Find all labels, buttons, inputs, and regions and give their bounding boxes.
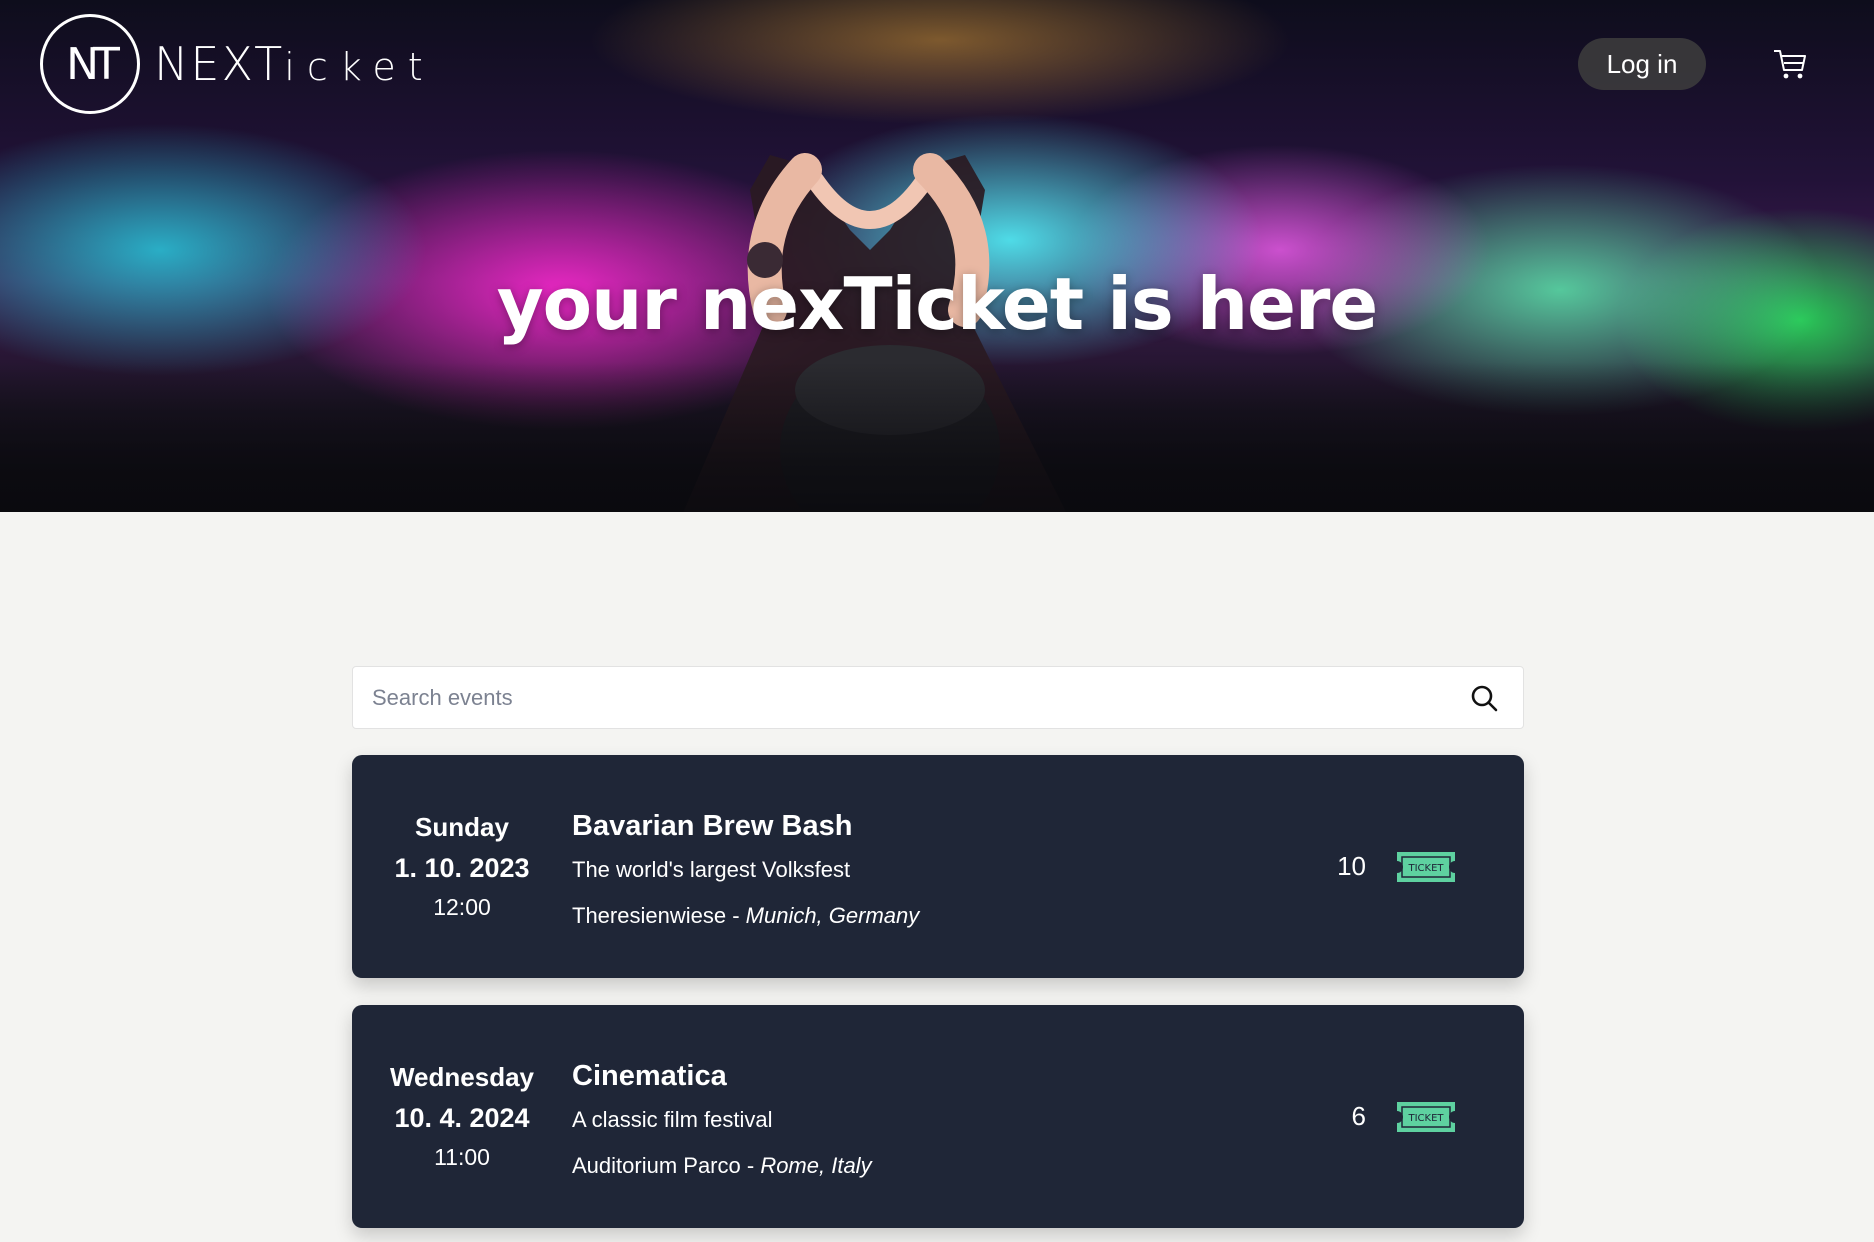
event-date-block: Wednesday 10. 4. 2024 11:00	[352, 1005, 572, 1228]
event-day: Wednesday	[389, 1062, 534, 1092]
logo-text: NEXTicket	[154, 37, 435, 91]
hero-shade	[0, 362, 1874, 512]
login-button[interactable]: Log in	[1578, 38, 1706, 90]
logo-text-bold: NEXT	[154, 37, 285, 91]
event-day: Sunday	[415, 812, 509, 842]
event-card[interactable]: Wednesday 10. 4. 2024 11:00 Cinematica A…	[352, 1005, 1524, 1228]
event-time: 12:00	[433, 894, 491, 920]
event-time: 11:00	[434, 1144, 490, 1170]
logo-text-light: icket	[284, 45, 435, 89]
event-title: Bavarian Brew Bash	[572, 810, 853, 842]
event-location-separator: -	[726, 903, 746, 928]
hero-tagline: your nexTicket is here	[496, 262, 1379, 346]
event-city: Munich, Germany	[745, 903, 920, 928]
event-info: Cinematica A classic film festival Audit…	[572, 1005, 872, 1228]
ticket-icon-label: TICKET	[1407, 863, 1444, 874]
event-card[interactable]: Sunday 1. 10. 2023 12:00 Bavarian Brew B…	[352, 755, 1524, 978]
ticket-availability: 6 TICKET	[1352, 1005, 1458, 1228]
event-date: 10. 4. 2024	[394, 1103, 530, 1133]
event-venue: Auditorium Parco	[572, 1153, 741, 1178]
ticket-icon[interactable]: TICKET	[1394, 849, 1458, 885]
event-date: 1. 10. 2023	[394, 853, 530, 883]
event-date-block: Sunday 1. 10. 2023 12:00	[352, 755, 572, 978]
cart-icon[interactable]	[1772, 46, 1808, 82]
event-subtitle: A classic film festival	[572, 1107, 773, 1132]
event-subtitle: The world's largest Volksfest	[572, 857, 851, 882]
logo-mark: NT	[40, 14, 140, 114]
event-location-separator: -	[740, 1153, 761, 1178]
ticket-availability: 10 TICKET	[1337, 755, 1458, 978]
brand-logo[interactable]: NT NEXTicket	[40, 14, 435, 114]
search-input[interactable]	[353, 667, 1469, 728]
hero-banner: NT NEXTicket Log in your nexTicket is he…	[0, 0, 1874, 512]
event-info: Bavarian Brew Bash The world's largest V…	[572, 755, 919, 978]
search-bar	[352, 666, 1524, 729]
ticket-icon[interactable]: TICKET	[1394, 1099, 1458, 1135]
ticket-icon-label: TICKET	[1407, 1113, 1444, 1124]
event-venue: Theresienwiese	[572, 903, 727, 928]
ticket-count: 6	[1351, 1101, 1366, 1131]
event-city: Rome, Italy	[760, 1153, 872, 1178]
event-location: Auditorium Parco - Rome, Italy	[572, 1153, 872, 1179]
event-location: Theresienwiese - Munich, Germany	[572, 903, 919, 929]
search-icon[interactable]	[1469, 683, 1499, 713]
ticket-count: 10	[1337, 851, 1366, 881]
event-title: Cinematica	[572, 1060, 727, 1092]
